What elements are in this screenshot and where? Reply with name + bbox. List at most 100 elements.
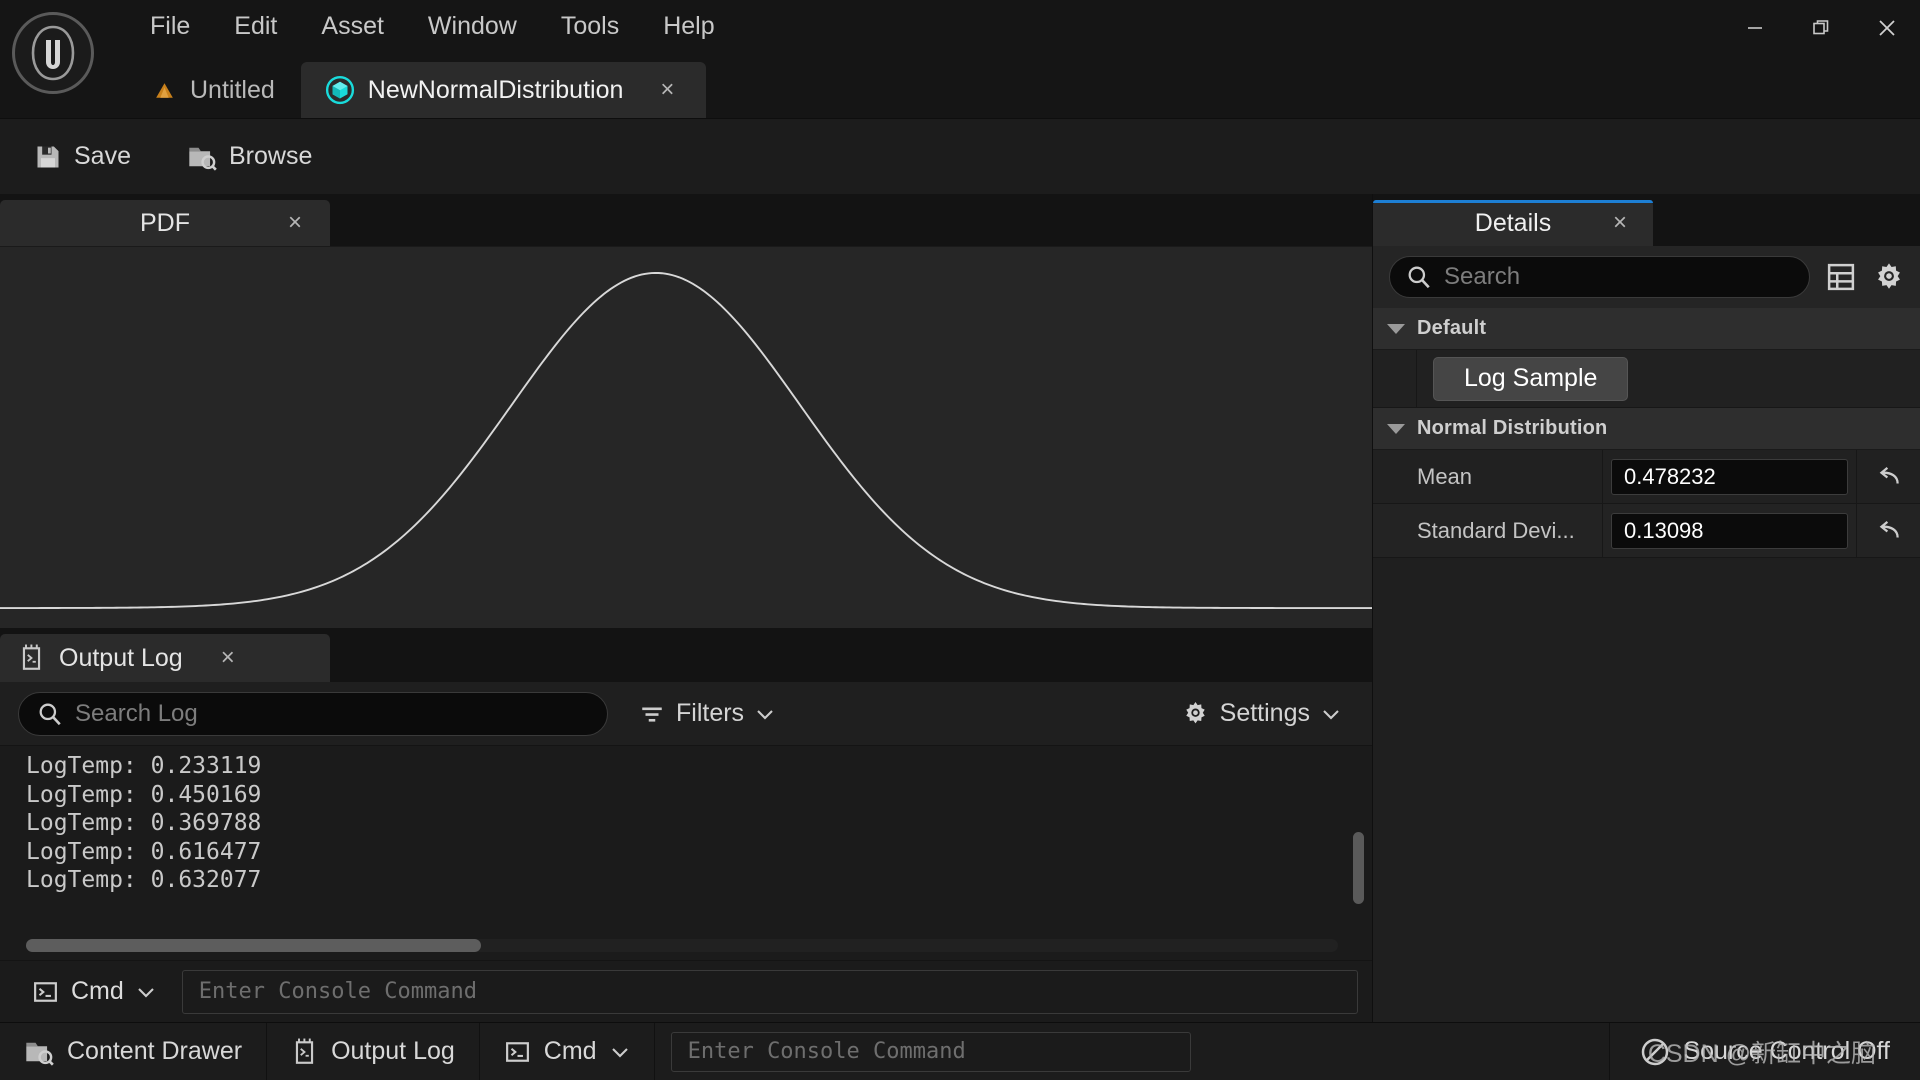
menu-file[interactable]: File — [128, 8, 212, 45]
restore-button[interactable] — [1788, 0, 1854, 56]
category-default-title: Default — [1417, 317, 1487, 339]
standard-deviation-input[interactable] — [1611, 512, 1848, 549]
log-line: LogTemp: 0.632077 — [26, 867, 262, 893]
unreal-engine-logo-icon[interactable] — [12, 12, 94, 94]
menu-edit[interactable]: Edit — [212, 8, 299, 45]
menu-window[interactable]: Window — [406, 8, 539, 45]
menu-tools[interactable]: Tools — [539, 8, 641, 45]
log-search-input[interactable] — [75, 699, 589, 728]
mean-input[interactable] — [1611, 458, 1848, 495]
tab-close-icon[interactable]: × — [654, 76, 680, 103]
log-horizontal-scrollbar-thumb[interactable] — [26, 939, 481, 952]
status-console-command-input[interactable] — [670, 1031, 1191, 1072]
minimize-button[interactable] — [1722, 0, 1788, 56]
tab-output-log[interactable]: Output Log × — [0, 634, 330, 682]
log-settings-button[interactable]: Settings — [1173, 694, 1350, 733]
close-button[interactable] — [1854, 0, 1920, 56]
tab-pdf-label: PDF — [140, 208, 190, 237]
category-normal-distribution-header[interactable]: Normal Distribution — [1373, 408, 1920, 450]
unreal-editor-window: File Edit Asset Window Tools Help Untitl… — [0, 0, 1920, 1080]
close-icon — [1879, 20, 1895, 36]
output-log-icon — [22, 644, 41, 670]
restore-icon — [1813, 20, 1829, 35]
category-normal-distribution-title: Normal Distribution — [1417, 417, 1608, 439]
property-standard-deviation-label: Standard Devi... — [1373, 504, 1603, 557]
tab-output-log-label: Output Log — [59, 643, 183, 672]
browse-button[interactable]: Browse — [177, 136, 322, 177]
window-controls — [1722, 0, 1920, 56]
level-icon — [156, 82, 173, 98]
menu-help[interactable]: Help — [641, 8, 736, 45]
details-search-input[interactable] — [1444, 263, 1793, 291]
row-indent-spacer — [1373, 350, 1417, 407]
status-content-drawer-button[interactable]: Content Drawer — [0, 1023, 268, 1080]
output-log-content[interactable]: LogTemp: 0.233119 LogTemp: 0.450169 LogTem… — [0, 746, 1372, 960]
menu-bar: File Edit Asset Window Tools Help — [128, 0, 737, 52]
details-settings-button[interactable] — [1872, 260, 1906, 294]
tab-output-log-close-icon[interactable]: × — [215, 644, 241, 671]
details-grid-view-button[interactable] — [1824, 260, 1858, 294]
output-log-icon — [295, 1038, 314, 1064]
property-row-standard-deviation: Standard Devi... — [1373, 504, 1920, 558]
gear-icon — [1878, 263, 1900, 289]
chevron-down-icon — [1323, 709, 1339, 719]
main-area: PDF × Output Log × Search Log Filters Se… — [0, 194, 1920, 1022]
chevron-down-icon — [138, 987, 154, 997]
status-content-drawer-label: Content Drawer — [67, 1037, 243, 1065]
output-log-command-bar: Cmd — [0, 960, 1372, 1022]
reset-arrow-icon — [1879, 520, 1899, 538]
grid-view-icon — [1827, 263, 1855, 291]
log-vertical-scrollbar[interactable] — [1353, 832, 1364, 904]
tab-details-close-icon[interactable]: × — [1607, 209, 1633, 236]
save-icon — [37, 146, 59, 167]
asset-toolbar: Save Browse — [0, 118, 1920, 194]
left-column: PDF × Output Log × Search Log Filters Se… — [0, 194, 1372, 1022]
log-line: LogTemp: 0.616477 — [26, 838, 262, 865]
tab-details-label: Details — [1474, 208, 1552, 237]
output-log-panel: Output Log × Search Log Filters Settings… — [0, 628, 1372, 1022]
status-bar: Content Drawer Output Log Cmd Enter Cons… — [0, 1022, 1920, 1080]
details-search-row — [1373, 246, 1920, 308]
property-mean-label: Mean — [1373, 450, 1603, 503]
browse-folder-icon — [189, 147, 217, 171]
tab-pdf[interactable]: PDF × — [0, 200, 330, 246]
save-button[interactable]: Save — [24, 136, 141, 177]
status-cmd-label: Cmd — [543, 1037, 597, 1065]
standard-deviation-reset-button[interactable] — [1856, 504, 1920, 557]
tab-pdf-close-icon[interactable]: × — [282, 209, 308, 236]
output-log-toolbar: Filters Settings — [0, 682, 1372, 746]
status-cmd-selector[interactable]: Cmd — [480, 1023, 655, 1080]
status-bar-spacer — [1207, 1023, 1611, 1080]
details-search-box[interactable] — [1389, 256, 1810, 298]
log-cmd-selector[interactable]: Cmd — [18, 971, 170, 1012]
expand-triangle-icon — [1387, 423, 1405, 434]
log-search-box[interactable] — [18, 691, 608, 736]
source-control-off-icon — [1642, 1038, 1669, 1065]
log-filters-button[interactable]: Filters — [630, 694, 784, 733]
status-output-log-button[interactable]: Output Log — [267, 1023, 480, 1080]
log-sample-button[interactable]: Log Sample — [1433, 356, 1629, 401]
property-row-mean: Mean — [1373, 450, 1920, 504]
details-tab-bar: Details × — [1373, 194, 1920, 246]
log-sample-row: Log Sample — [1373, 350, 1920, 408]
tab-newnormaldistribution[interactable]: NewNormalDistribution × — [300, 62, 707, 118]
menu-asset[interactable]: Asset — [299, 8, 406, 45]
tab-details[interactable]: Details × — [1373, 200, 1653, 246]
status-source-control-button[interactable]: Source Control Off — [1610, 1023, 1920, 1080]
log-cmd-label: Cmd — [71, 977, 124, 1005]
log-filters-label: Filters — [676, 699, 745, 727]
title-bar: File Edit Asset Window Tools Help Untitl… — [0, 0, 1920, 118]
property-mean-value-cell — [1603, 450, 1856, 503]
expand-triangle-icon — [1387, 323, 1405, 334]
pdf-tab-bar: PDF × — [0, 194, 1372, 246]
tab-untitled[interactable]: Untitled — [128, 62, 301, 118]
pdf-curve-viewport[interactable] — [0, 246, 1372, 628]
log-horizontal-scrollbar-track[interactable] — [26, 939, 1338, 952]
category-default-header[interactable]: Default — [1373, 308, 1920, 350]
chevron-down-icon — [757, 709, 773, 719]
log-console-command-input[interactable] — [181, 969, 1358, 1014]
save-label: Save — [74, 142, 131, 170]
minimize-icon — [1748, 27, 1762, 29]
filter-icon — [642, 707, 662, 722]
mean-reset-button[interactable] — [1856, 450, 1920, 503]
